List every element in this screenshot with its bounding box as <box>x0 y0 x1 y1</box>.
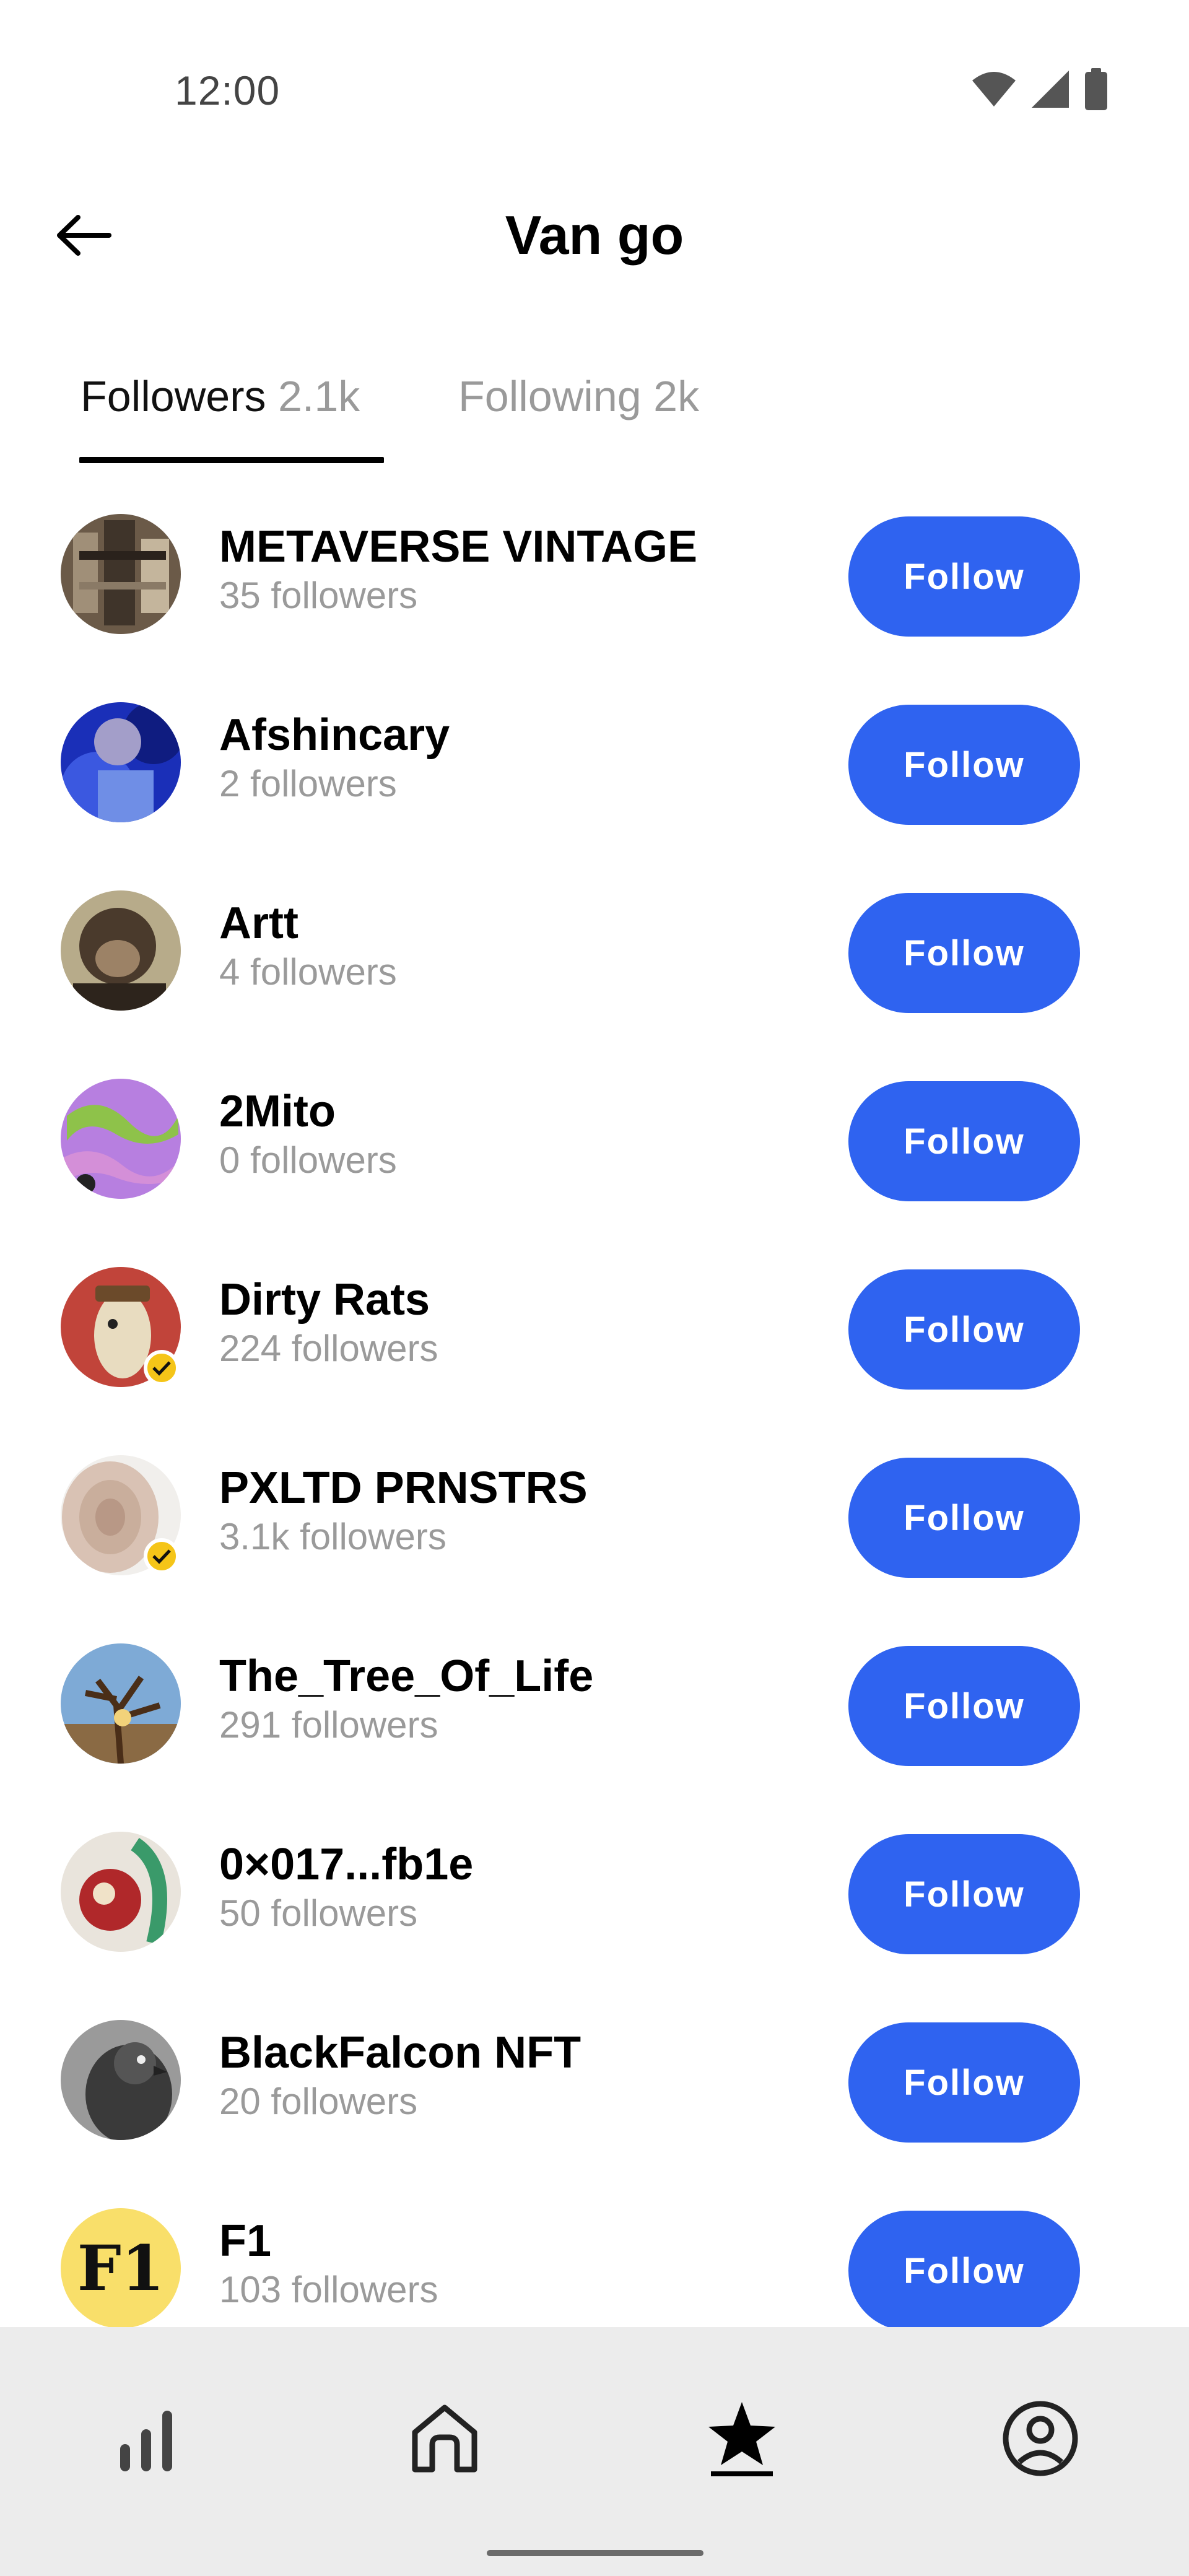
star-icon <box>708 2402 775 2476</box>
verified-badge-icon <box>144 1538 180 1574</box>
follower-name: F1 <box>219 2216 272 2266</box>
follower-name: Dirty Rats <box>219 1275 430 1325</box>
list-item[interactable]: METAVERSE VINTAGE 35 followers Follow <box>0 489 1189 677</box>
tab-followers-count: 2.1k <box>277 372 360 420</box>
follower-count: 291 followers <box>219 1704 438 1746</box>
follower-count: 224 followers <box>219 1328 438 1369</box>
follower-name: PXLTD PRNSTRS <box>219 1463 588 1513</box>
avatar <box>61 1643 181 1764</box>
status-time: 12:00 <box>175 67 281 113</box>
follower-count: 0 followers <box>219 1139 397 1181</box>
follower-count: 35 followers <box>219 575 418 616</box>
follower-name: BlackFalcon NFT <box>219 2028 581 2078</box>
follow-button[interactable]: Follow <box>848 516 1080 637</box>
profile-icon <box>1003 2401 1078 2476</box>
nav-home[interactable] <box>395 2389 494 2488</box>
home-icon <box>412 2404 477 2473</box>
avatar <box>61 514 181 634</box>
follower-name: 2Mito <box>219 1087 336 1136</box>
tab-following-label: Following <box>458 372 642 420</box>
list-item[interactable]: 0×017...fb1e 50 followers Follow <box>0 1807 1189 1995</box>
bar-chart-icon <box>120 2411 172 2471</box>
follow-button[interactable]: Follow <box>848 2211 1080 2331</box>
avatar <box>61 1832 181 1952</box>
active-tab-indicator <box>79 457 384 463</box>
list-item[interactable]: The_Tree_Of_Life 291 followers Follow <box>0 1619 1189 1807</box>
bottom-nav <box>0 2327 1189 2576</box>
follow-button[interactable]: Follow <box>848 1458 1080 1578</box>
tab-following[interactable]: Following 2k <box>458 365 699 427</box>
follow-button[interactable]: Follow <box>848 2022 1080 2143</box>
follower-count: 50 followers <box>219 1892 418 1934</box>
nav-profile[interactable] <box>991 2389 1090 2488</box>
follow-button[interactable]: Follow <box>848 1269 1080 1390</box>
nav-stats[interactable] <box>97 2389 196 2488</box>
avatar <box>61 702 181 822</box>
page-title: Van go <box>505 204 684 266</box>
follower-name: METAVERSE VINTAGE <box>219 522 698 572</box>
verified-badge-icon <box>144 1350 180 1386</box>
wifi-icon <box>972 72 1016 107</box>
list-item[interactable]: Dirty Rats 224 followers Follow <box>0 1242 1189 1430</box>
follower-count: 3.1k followers <box>219 1516 446 1557</box>
follower-name: The_Tree_Of_Life <box>219 1651 594 1701</box>
list-item[interactable]: BlackFalcon NFT 20 followers Follow <box>0 1995 1189 2183</box>
avatar <box>61 1079 181 1199</box>
tab-followers[interactable]: Followers 2.1k <box>81 365 360 427</box>
tab-bar: Followers 2.1k Following 2k <box>0 353 1189 464</box>
follower-count: 2 followers <box>219 763 397 804</box>
avatar: F1 <box>61 2208 181 2328</box>
follower-count: 4 followers <box>219 951 397 993</box>
list-item[interactable]: Afshincary 2 followers Follow <box>0 677 1189 866</box>
avatar <box>61 2020 181 2140</box>
follow-button[interactable]: Follow <box>848 1834 1080 1954</box>
follow-button[interactable]: Follow <box>848 705 1080 825</box>
follow-button[interactable]: Follow <box>848 893 1080 1013</box>
follow-button[interactable]: Follow <box>848 1646 1080 1766</box>
avatar <box>61 890 181 1011</box>
home-indicator <box>487 2550 703 2556</box>
header: Van go <box>0 186 1189 285</box>
followers-list: METAVERSE VINTAGE 35 followers Follow Af… <box>0 489 1189 2372</box>
follower-count: 103 followers <box>219 2269 438 2310</box>
signal-icon <box>1032 71 1069 108</box>
battery-icon <box>1085 68 1107 110</box>
follower-name: 0×017...fb1e <box>219 1840 474 1889</box>
tab-following-count: 2k <box>653 372 700 420</box>
list-item[interactable]: PXLTD PRNSTRS 3.1k followers Follow <box>0 1430 1189 1619</box>
follow-button[interactable]: Follow <box>848 1081 1080 1201</box>
status-bar: 12:00 <box>0 0 1189 161</box>
follower-name: Afshincary <box>219 710 450 760</box>
follower-count: 20 followers <box>219 2081 418 2122</box>
list-item[interactable]: Artt 4 followers Follow <box>0 866 1189 1054</box>
avatar-monogram: F1 <box>77 2232 165 2305</box>
follower-name: Artt <box>219 899 298 948</box>
list-item[interactable]: 2Mito 0 followers Follow <box>0 1054 1189 1242</box>
status-icons <box>971 68 1108 110</box>
tab-followers-label: Followers <box>81 372 266 420</box>
nav-favorites[interactable] <box>692 2389 791 2488</box>
